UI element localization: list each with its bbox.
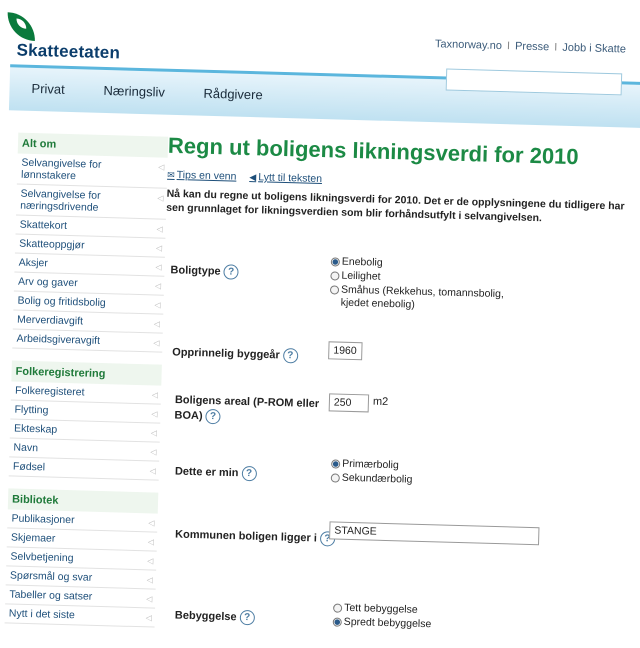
arrow-icon: ◁: [154, 281, 162, 291]
arrow-icon: ◁: [149, 466, 157, 476]
top-link-separator: I: [506, 40, 511, 53]
arrow-icon: ◁: [156, 224, 163, 234]
sidebar: Alt om Selvangivelse for lønnstakere ◁ Se…: [4, 132, 169, 628]
dette-er-options: Primærbolig Sekundærbolig: [330, 457, 413, 487]
boligtype-label: Boligtype?: [170, 263, 239, 280]
arrow-icon: ◁: [146, 575, 153, 585]
areal-label: Boligens areal (P-ROM eller BOA)?: [174, 393, 325, 428]
page-title: Regn ut boligens likningsverdi for 2010: [167, 132, 579, 170]
arrow-icon: ◁: [158, 162, 165, 172]
page: Skatteetaten Taxnorway.no I Presse I Jobb i …: [0, 0, 640, 648]
radio-selected[interactable]: [330, 257, 340, 267]
boligtype-options: Enebolig Leilighet Småhus (Rekkehus, tom…: [329, 255, 520, 315]
arrow-icon: ◁: [146, 594, 153, 604]
tab-privat[interactable]: Privat: [31, 81, 65, 97]
radio-selected[interactable]: [332, 617, 342, 627]
radio-unselected[interactable]: [329, 285, 340, 295]
top-link-presse[interactable]: Presse: [515, 40, 550, 53]
radio-spredt-bebyggelse[interactable]: Spredt bebyggelse: [332, 616, 431, 632]
arrow-icon: ◁: [154, 300, 161, 310]
arrow-icon: ◁: [145, 613, 152, 623]
radio-smahus[interactable]: Småhus (Rekkehus, tomannsbolig, kjedet e…: [329, 283, 520, 314]
radio-tett-bebyggelse[interactable]: Tett bebyggelse: [333, 602, 432, 618]
speaker-icon: ◀: [249, 172, 257, 183]
arrow-icon: ◁: [153, 338, 160, 348]
areal-input[interactable]: 250: [328, 393, 370, 413]
help-icon[interactable]: ?: [223, 264, 239, 280]
tab-radgivere[interactable]: Rådgivere: [203, 86, 263, 103]
radio-unselected[interactable]: [333, 603, 343, 613]
byggeaar-input[interactable]: 1960: [328, 341, 363, 361]
byggeaar-label: Opprinnelig byggeår?: [172, 345, 298, 364]
listen-link[interactable]: ◀ Lytt til teksten: [249, 171, 322, 185]
bebyggelse-label: Bebyggelse?: [175, 608, 255, 626]
arrow-icon: ◁: [147, 537, 155, 547]
top-link-separator: I: [554, 41, 558, 54]
tab-naeringsliv[interactable]: Næringsliv: [103, 83, 165, 100]
top-link-jobb[interactable]: Jobb i Skatte: [562, 42, 626, 56]
kommune-input[interactable]: STANGE: [329, 521, 540, 546]
top-link-taxnorway[interactable]: Taxnorway.no: [435, 38, 502, 52]
arrow-icon: ◁: [153, 319, 161, 329]
dette-er-label: Dette er min?: [175, 464, 257, 482]
tips-link[interactable]: ✉ Tips en venn: [167, 169, 237, 183]
help-icon[interactable]: ?: [241, 465, 257, 482]
sidebar-item[interactable]: Selvangivelse for næringsdrivende ◁: [15, 184, 167, 220]
arrow-icon: ◁: [157, 193, 164, 203]
arrow-icon: ◁: [150, 428, 158, 438]
page-tools: ✉ Tips en venn ◀ Lytt til teksten: [167, 169, 332, 186]
bebyggelse-options: Tett bebyggelse Spredt bebyggelse: [332, 602, 432, 633]
skatteetaten-logo-icon[interactable]: [6, 12, 36, 41]
arrow-icon: ◁: [151, 409, 158, 419]
areal-unit: m2: [372, 395, 389, 408]
intro-text: Nå kan du regne ut boligens likningsverd…: [166, 187, 625, 225]
kommune-label: Kommunen boligen ligger i?: [175, 527, 336, 547]
radio-primaerbolig[interactable]: Primærbolig: [331, 457, 413, 472]
help-icon[interactable]: ?: [239, 609, 255, 626]
radio-unselected[interactable]: [330, 473, 340, 483]
sidebar-item[interactable]: Nytt i det siste ◁: [4, 604, 156, 628]
arrow-icon: ◁: [151, 390, 159, 400]
envelope-icon: ✉: [167, 169, 175, 180]
top-links: Taxnorway.no I Presse I Jobb i Skatte: [435, 38, 626, 55]
help-icon[interactable]: ?: [282, 348, 298, 364]
arrow-icon: ◁: [155, 243, 163, 253]
logo-text[interactable]: Skatteetaten: [16, 40, 120, 63]
radio-selected[interactable]: [331, 459, 341, 469]
arrow-icon: ◁: [147, 556, 154, 566]
arrow-icon: ◁: [150, 447, 157, 457]
arrow-icon: ◁: [148, 518, 155, 528]
arrow-icon: ◁: [155, 262, 162, 272]
help-icon[interactable]: ?: [205, 408, 221, 425]
radio-sekundaerbolig[interactable]: Sekundærbolig: [330, 471, 413, 486]
sidebar-item[interactable]: Selvangivelse for lønnstakere ◁: [16, 153, 168, 189]
radio-unselected[interactable]: [330, 271, 340, 281]
